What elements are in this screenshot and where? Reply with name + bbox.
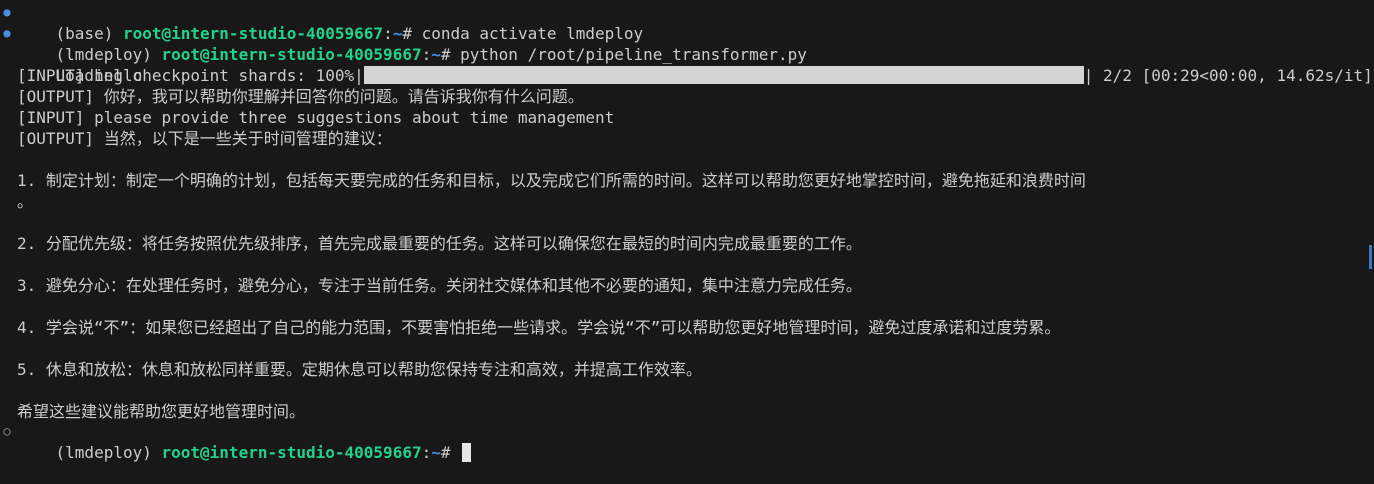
prompt-user-host: root@intern-studio-40059667 xyxy=(161,443,422,462)
output-line: 。 xyxy=(17,192,34,211)
command-decoration-icon[interactable]: ● xyxy=(2,2,12,23)
progress-suffix: | 2/2 [00:29<00:00, 14.62s/it] xyxy=(1083,66,1373,85)
output-line: 1. 制定计划：制定一个明确的计划，包括每天要完成的任务和目标，以及完成它们所需… xyxy=(17,171,1086,190)
output-line: 3. 避免分心：在处理任务时，避免分心，专注于当前任务。关闭社交媒体和其他不必要… xyxy=(17,276,862,295)
prompt-symbol: # xyxy=(440,443,461,462)
conda-env: (lmdeploy) xyxy=(55,443,162,462)
command-decoration-icon[interactable]: ● xyxy=(2,23,12,44)
output-line: 2. 分配优先级：将任务按照优先级排序，首先完成最重要的任务。这样可以确保您在最… xyxy=(17,234,862,253)
command-decoration-icon[interactable]: ○ xyxy=(2,421,12,442)
prompt-line-3[interactable]: (lmdeploy) root@intern-studio-40059667:~… xyxy=(17,421,472,462)
progress-bar xyxy=(363,66,1084,84)
terminal-cursor[interactable] xyxy=(462,443,472,462)
output-line: [INPUT] please provide three suggestions… xyxy=(17,108,615,127)
terminal-panel[interactable]: ● (base) root@intern-studio-40059667:~# … xyxy=(0,0,1374,462)
output-line: [OUTPUT] 当然，以下是一些关于时间管理的建议： xyxy=(17,129,392,148)
prompt-path: ~ xyxy=(431,443,441,462)
output-line: 5. 休息和放松：休息和放松同样重要。定期休息可以帮助您保持专注和高效，并提高工… xyxy=(17,360,702,379)
output-line: 4. 学会说“不”：如果您已经超出了自己的能力范围，不要害怕拒绝一些请求。学会说… xyxy=(17,318,1061,337)
prompt-line-2: (lmdeploy) root@intern-studio-40059667:~… xyxy=(17,23,807,64)
prompt-separator: : xyxy=(421,443,432,462)
output-line: 希望这些建议能帮助您更好地管理时间。 xyxy=(17,402,306,421)
prompt-line-1: (base) root@intern-studio-40059667:~# co… xyxy=(17,2,644,43)
progress-line: Loading checkpoint shards: 100%| | 2/2 [0… xyxy=(17,44,1373,85)
output-line: [OUTPUT] 你好，我可以帮助你理解并回答你的问题。请告诉我你有什么问题。 xyxy=(17,87,584,106)
scrollbar-overview-marker[interactable] xyxy=(1369,245,1372,269)
output-line: [INPUT] hello xyxy=(17,66,143,85)
